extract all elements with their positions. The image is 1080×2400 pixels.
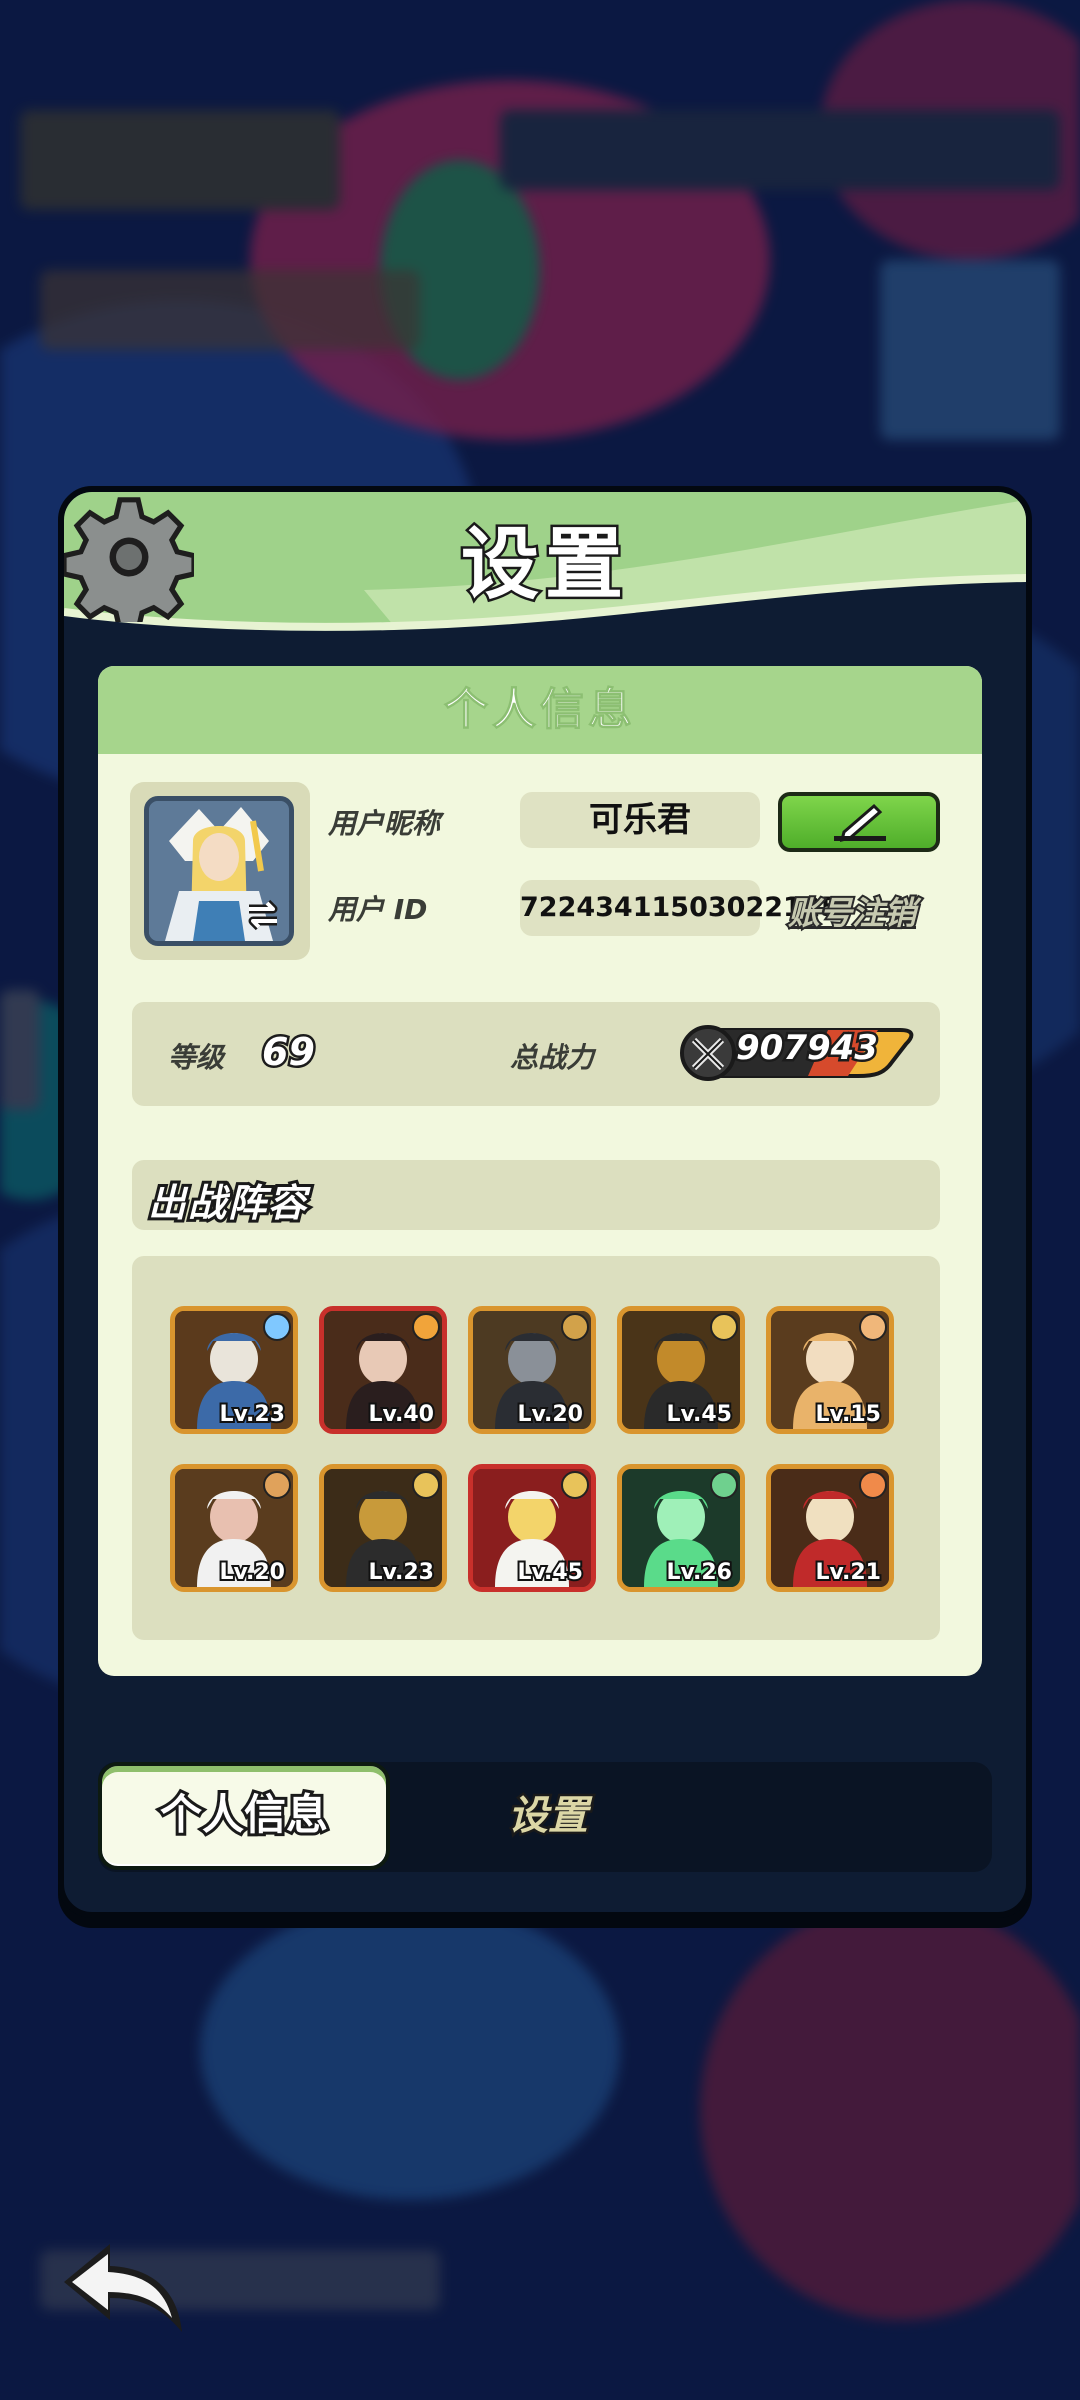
hero-card[interactable]: Lv.45 [617,1306,745,1434]
element-icon [710,1471,738,1499]
hero-level: Lv.23 [217,1400,287,1429]
cancel-account-link[interactable]: 账号注销 [786,888,918,934]
hero-level: Lv.45 [515,1558,585,1587]
user-id-label: 用户 ID [328,893,428,926]
nickname-field: 可乐君 [520,792,760,848]
user-id-field: 72243411503022125 [520,880,839,936]
section-title: 个人信息 [98,666,982,754]
element-icon [263,1313,291,1341]
element-icon [859,1471,887,1499]
hero-level: Lv.21 [813,1558,883,1587]
hero-card[interactable]: Lv.40 [319,1306,447,1434]
hero-card[interactable]: Lv.26 [617,1464,745,1592]
avatar-frame[interactable] [130,782,310,960]
element-icon [710,1313,738,1341]
hero-level: Lv.40 [366,1400,436,1429]
settings-dialog: 设置 个人信息 用户昵称 可乐君 用户 ID 72243411503022125… [58,486,1032,1918]
lineup-grid: Lv.23 Lv.40 Lv.20 Lv.45 Lv.15 Lv.20 Lv.23 Lv.45… [132,1256,940,1640]
level-label: 等级 [168,1041,225,1074]
hero-card[interactable]: Lv.23 [319,1464,447,1592]
element-icon [263,1471,291,1499]
dialog-header: 设置 [64,492,1026,632]
stats-row: 等级 69 总战力 907943 [132,1002,940,1106]
hero-level: Lv.45 [664,1400,734,1429]
hero-level: Lv.15 [813,1400,883,1429]
tab-profile[interactable]: 个人信息 [98,1762,390,1870]
hero-level: Lv.20 [515,1400,585,1429]
back-arrow-icon[interactable] [58,2238,194,2340]
hero-card[interactable]: Lv.23 [170,1306,298,1434]
dialog-title: 设置 [458,518,629,613]
avatar[interactable] [144,796,294,946]
lineup-header: 出战阵容 [132,1160,940,1230]
element-icon [561,1471,589,1499]
pencil-icon [834,803,886,843]
profile-content: 个人信息 用户昵称 可乐君 用户 ID 72243411503022125 账号… [98,666,982,1676]
element-icon [859,1313,887,1341]
hero-card[interactable]: Lv.21 [766,1464,894,1592]
hero-level: Lv.26 [664,1558,734,1587]
hero-card[interactable]: Lv.45 [468,1464,596,1592]
element-icon [412,1471,440,1499]
hero-level: Lv.23 [366,1558,436,1587]
edit-nickname-button[interactable] [778,792,940,852]
lineup-title: 出战阵容 [145,1178,309,1228]
element-icon [412,1313,440,1341]
power-label: 总战力 [510,1041,595,1074]
hero-card[interactable]: Lv.20 [170,1464,298,1592]
hero-card[interactable]: Lv.15 [766,1306,894,1434]
tab-bar: 个人信息 设置 [98,1762,992,1872]
power-value: 907943 [734,1026,881,1071]
crossed-swords-icon [680,1025,736,1081]
level-value: 69 [260,1028,318,1077]
nickname-label: 用户昵称 [328,807,441,840]
hero-level: Lv.20 [217,1558,287,1587]
swap-icon[interactable] [243,895,283,935]
element-icon [561,1313,589,1341]
hero-card[interactable]: Lv.20 [468,1306,596,1434]
tab-settings[interactable]: 设置 [398,1762,698,1870]
